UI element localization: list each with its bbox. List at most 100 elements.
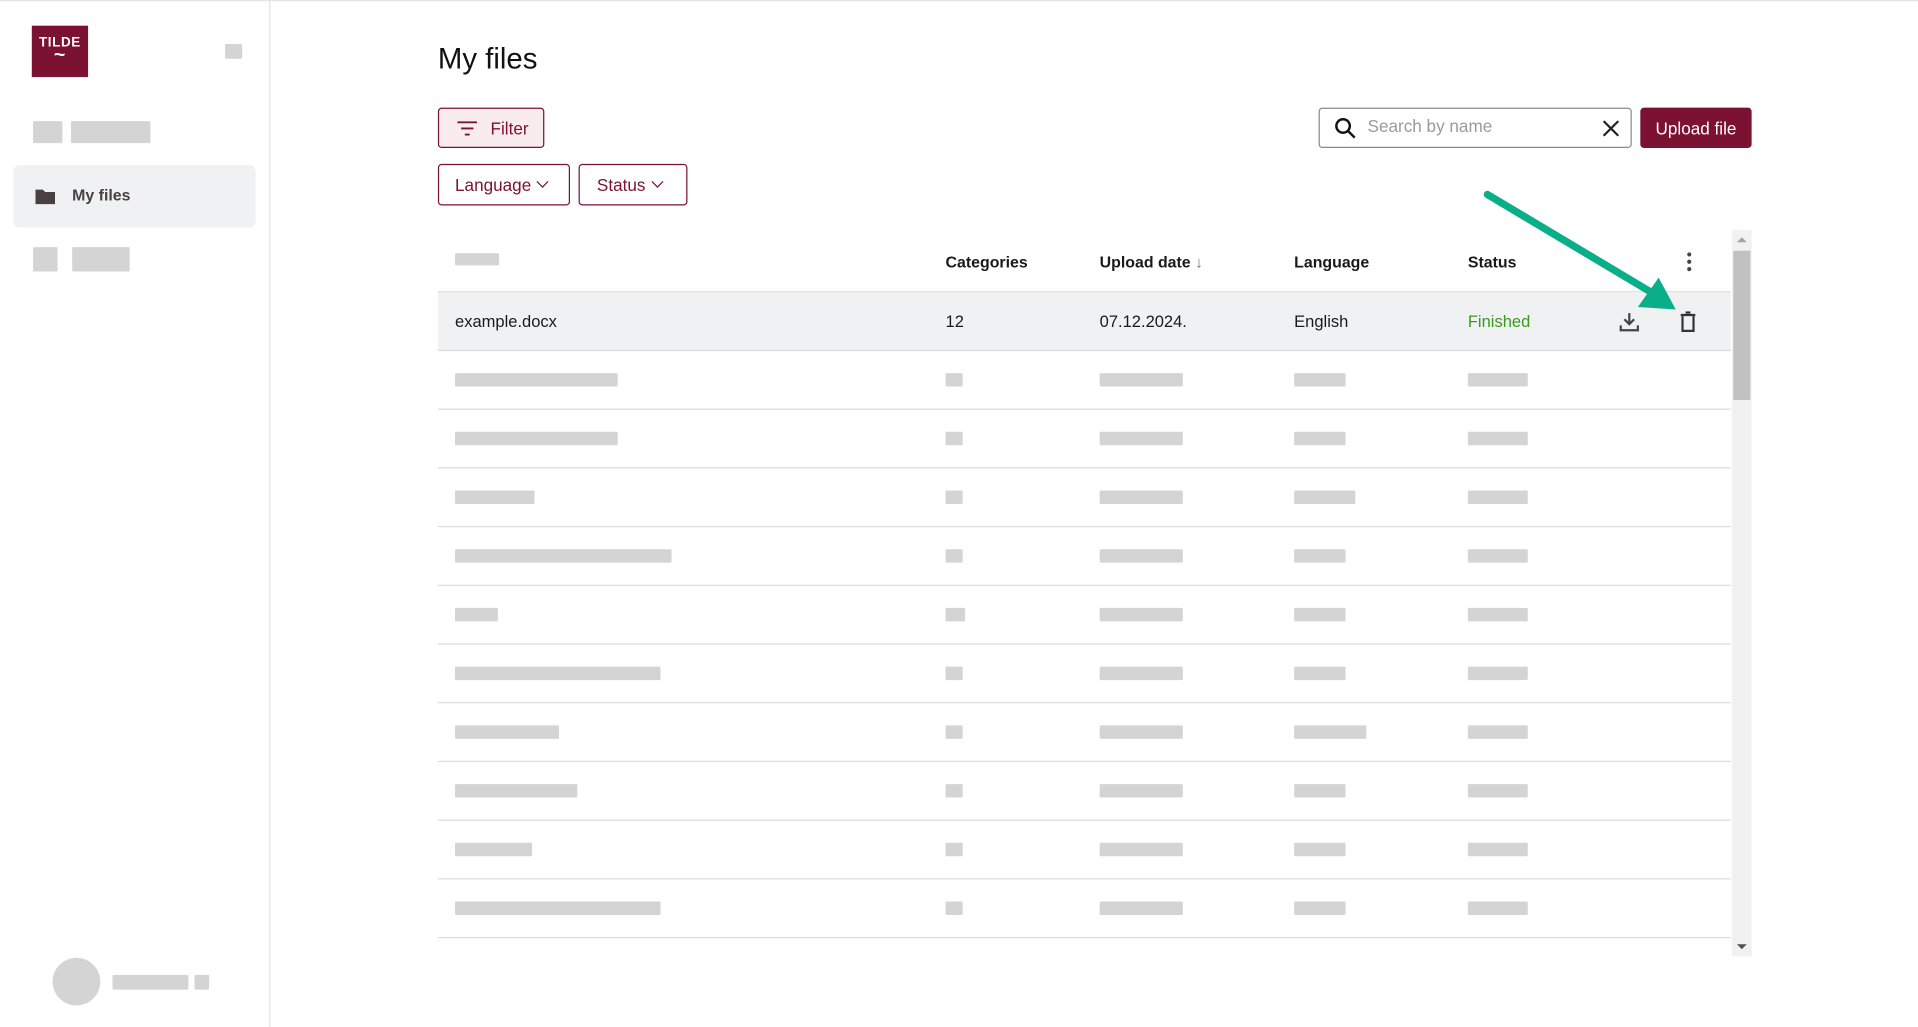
file-name[interactable]: example.docx xyxy=(455,312,557,330)
redacted-cell xyxy=(1099,607,1183,622)
user-name-redacted xyxy=(112,974,189,990)
redacted-cell xyxy=(1099,431,1183,446)
redacted-rows xyxy=(437,351,1731,939)
table-header: Categories Upload date ↓ Language Status xyxy=(437,231,1731,293)
sidebar-item-my-files[interactable]: My files xyxy=(13,165,256,228)
page-title: My files xyxy=(437,42,538,76)
redacted-cell xyxy=(455,549,672,563)
nav-item-redacted[interactable] xyxy=(72,247,130,272)
redacted-cell xyxy=(1467,549,1528,563)
column-header-upload-date[interactable]: Upload date ↓ xyxy=(1100,252,1203,270)
table-row[interactable] xyxy=(437,527,1731,586)
app: TILDE ~ My files My files Filter Language… xyxy=(0,0,1918,1027)
tilde-logo[interactable]: TILDE ~ xyxy=(31,25,89,78)
redacted-cell xyxy=(1467,725,1528,739)
user-menu-redacted[interactable] xyxy=(194,974,210,990)
redacted-cell xyxy=(1467,373,1528,387)
filter-button[interactable]: Filter xyxy=(437,107,545,149)
scroll-up-icon[interactable] xyxy=(1736,237,1747,243)
logo-wave-icon: ~ xyxy=(53,45,66,67)
search-input[interactable] xyxy=(1367,116,1588,136)
language-label: Language xyxy=(455,174,532,195)
redacted-cell xyxy=(1467,784,1528,798)
table-row[interactable] xyxy=(437,586,1731,645)
redacted-cell xyxy=(1294,490,1356,504)
column-header-language[interactable]: Language xyxy=(1294,252,1369,270)
redacted-cell xyxy=(945,373,963,387)
redacted-cell xyxy=(1099,725,1183,739)
redacted-cell xyxy=(1294,901,1346,915)
redacted-cell xyxy=(1099,373,1183,387)
table-row[interactable] xyxy=(437,410,1731,469)
upload-date-label: Upload date xyxy=(1099,251,1191,271)
redacted-cell xyxy=(455,373,618,387)
redacted-cell xyxy=(1099,842,1183,857)
language: English xyxy=(1294,311,1349,331)
avatar[interactable] xyxy=(52,957,101,1006)
sidebar-item-label: My files xyxy=(72,185,131,205)
redacted-cell xyxy=(455,842,533,857)
table-row[interactable] xyxy=(437,821,1731,880)
redacted-cell xyxy=(945,490,963,504)
search-box xyxy=(1318,107,1632,149)
delete-icon[interactable] xyxy=(1679,310,1696,332)
nav-item-redacted[interactable] xyxy=(70,121,151,144)
folder-icon xyxy=(35,189,56,205)
redacted-cell xyxy=(1467,431,1528,446)
redacted-cell xyxy=(455,607,498,622)
redacted-cell xyxy=(1294,607,1346,622)
redacted-cell xyxy=(1467,607,1528,622)
redacted-cell xyxy=(455,431,618,446)
scroll-down-icon[interactable] xyxy=(1736,944,1747,950)
table-row[interactable] xyxy=(437,703,1731,763)
redacted-cell xyxy=(1467,842,1528,857)
table-row[interactable] xyxy=(437,879,1731,939)
status-badge: Finished xyxy=(1467,311,1531,331)
scrollbar-thumb[interactable] xyxy=(1733,250,1751,400)
redacted-cell xyxy=(945,607,966,622)
redacted-cell xyxy=(455,784,578,798)
language-dropdown[interactable]: Language xyxy=(437,163,571,206)
download-icon[interactable] xyxy=(1619,311,1640,331)
redacted-cell xyxy=(1467,901,1528,915)
redacted-cell xyxy=(1294,725,1367,739)
table-row[interactable] xyxy=(437,468,1731,528)
nav-icon-redacted xyxy=(33,121,63,144)
table-row[interactable]: example.docx 12 07.12.2024. English Fini… xyxy=(437,292,1731,352)
chevron-down-icon xyxy=(536,175,549,188)
redacted-cell xyxy=(1294,842,1346,857)
nav-icon-redacted xyxy=(33,247,58,272)
table-row[interactable] xyxy=(437,351,1731,410)
sidebar: TILDE ~ My files xyxy=(0,1,271,1027)
redacted-cell xyxy=(1099,901,1183,915)
status-dropdown[interactable]: Status xyxy=(578,163,688,206)
redacted-cell xyxy=(1099,490,1183,504)
column-header-categories[interactable]: Categories xyxy=(946,252,1028,270)
column-header-status[interactable]: Status xyxy=(1468,252,1517,270)
status-label: Status xyxy=(596,174,646,195)
table-row[interactable] xyxy=(437,645,1731,704)
redacted-cell xyxy=(945,431,963,446)
name-column-header-redacted[interactable] xyxy=(455,253,500,266)
redacted-cell xyxy=(945,784,963,798)
clear-search-icon[interactable] xyxy=(1602,120,1620,137)
categories-count: 12 xyxy=(945,311,964,331)
redacted-cell xyxy=(1294,431,1346,446)
collapse-sidebar-button[interactable] xyxy=(225,44,243,59)
files-table: Categories Upload date ↓ Language Status… xyxy=(437,231,1731,939)
redacted-cell xyxy=(945,549,963,563)
redacted-cell xyxy=(945,666,963,681)
redacted-cell xyxy=(1099,784,1183,798)
table-scrollbar[interactable] xyxy=(1732,229,1752,957)
redacted-cell xyxy=(945,842,963,857)
upload-file-button[interactable]: Upload file xyxy=(1640,107,1752,149)
more-options-icon[interactable] xyxy=(1687,251,1692,271)
redacted-cell xyxy=(1467,490,1528,504)
redacted-cell xyxy=(455,725,560,739)
redacted-cell xyxy=(455,901,661,915)
redacted-cell xyxy=(1294,666,1346,681)
table-row[interactable] xyxy=(437,762,1731,821)
redacted-cell xyxy=(945,725,963,739)
filter-icon xyxy=(457,120,478,135)
chevron-down-icon xyxy=(651,175,664,188)
